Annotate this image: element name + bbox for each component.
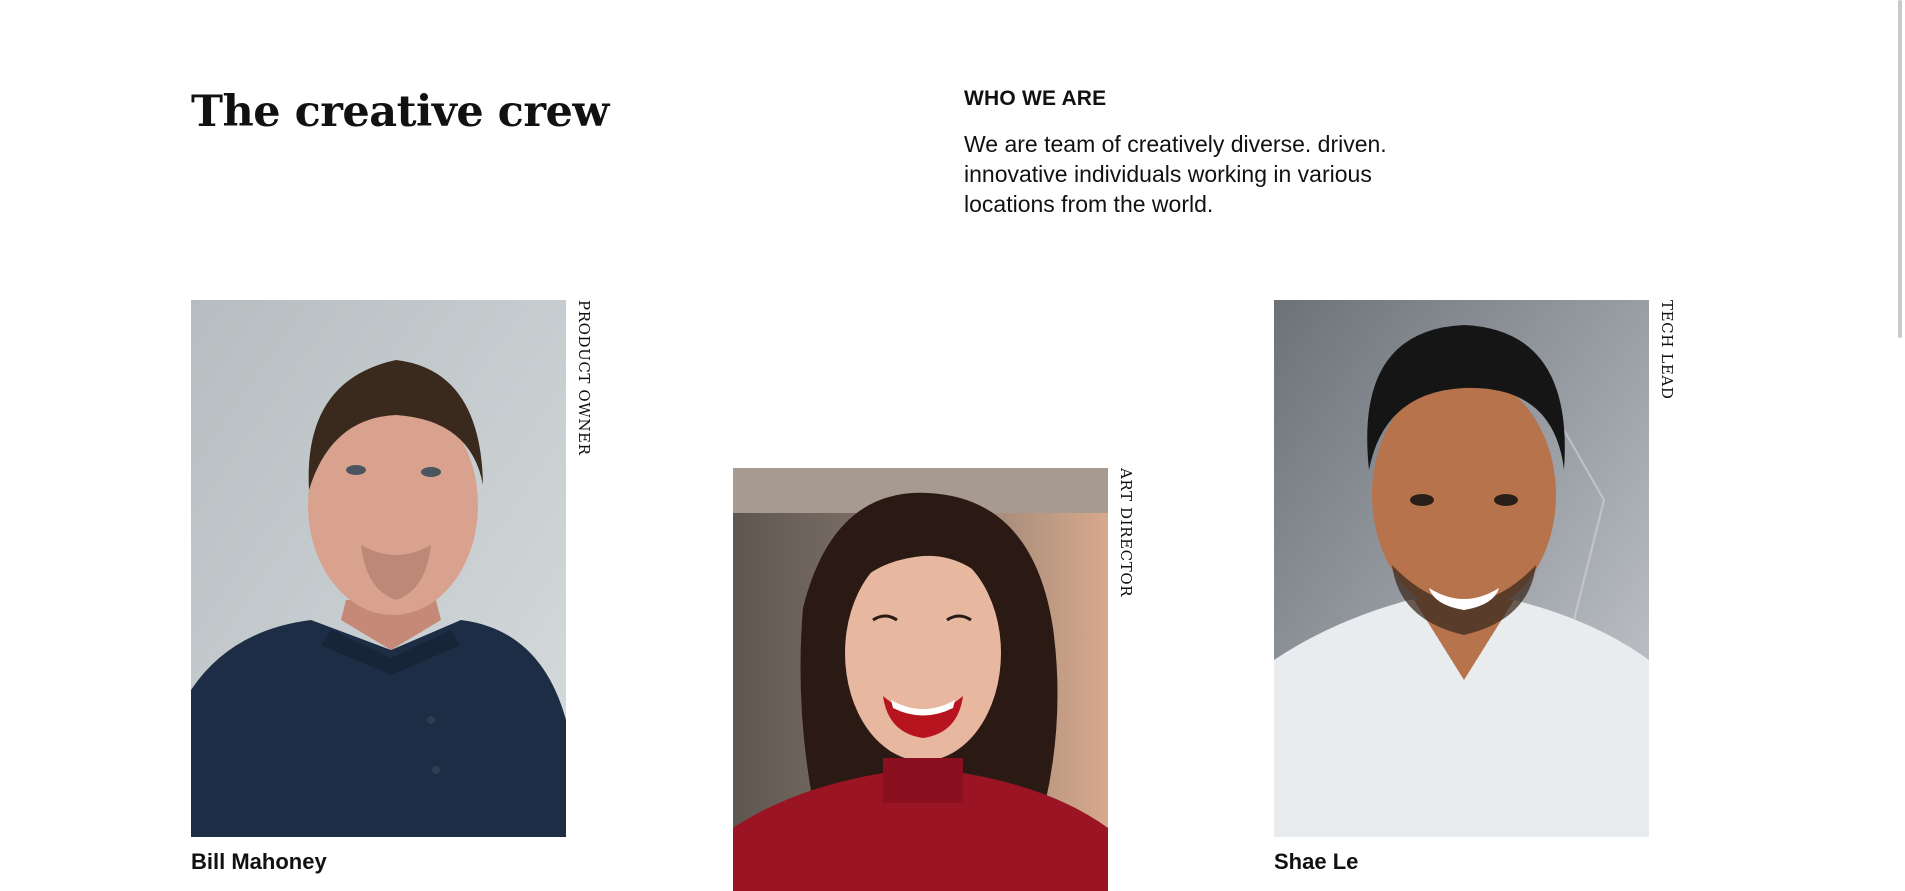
member-photo [191, 300, 566, 837]
member-photo-image [1274, 300, 1649, 837]
section-eyebrow: WHO WE ARE [964, 87, 1107, 110]
team-member-card: PRODUCT OWNER Bill Mahoney [191, 300, 593, 880]
team-member-card: ART DIRECTOR [733, 468, 1135, 891]
scrollbar-thumb[interactable] [1898, 0, 1902, 338]
vertical-scrollbar[interactable] [1894, 0, 1905, 891]
member-photo-image [191, 300, 566, 837]
team-member-card: TECH LEAD Shae Le [1274, 300, 1676, 880]
section-title: The creative crew [191, 87, 609, 137]
member-name: Shae Le [1274, 849, 1359, 874]
member-role: PRODUCT OWNER [575, 300, 593, 456]
member-name: Bill Mahoney [191, 849, 327, 874]
member-photo [733, 468, 1108, 891]
member-photo [1274, 300, 1649, 837]
section-description: We are team of creatively diverse. drive… [964, 131, 1387, 217]
member-role: ART DIRECTOR [1117, 468, 1135, 598]
member-role: TECH LEAD [1658, 300, 1676, 400]
member-photo-image [733, 468, 1108, 891]
